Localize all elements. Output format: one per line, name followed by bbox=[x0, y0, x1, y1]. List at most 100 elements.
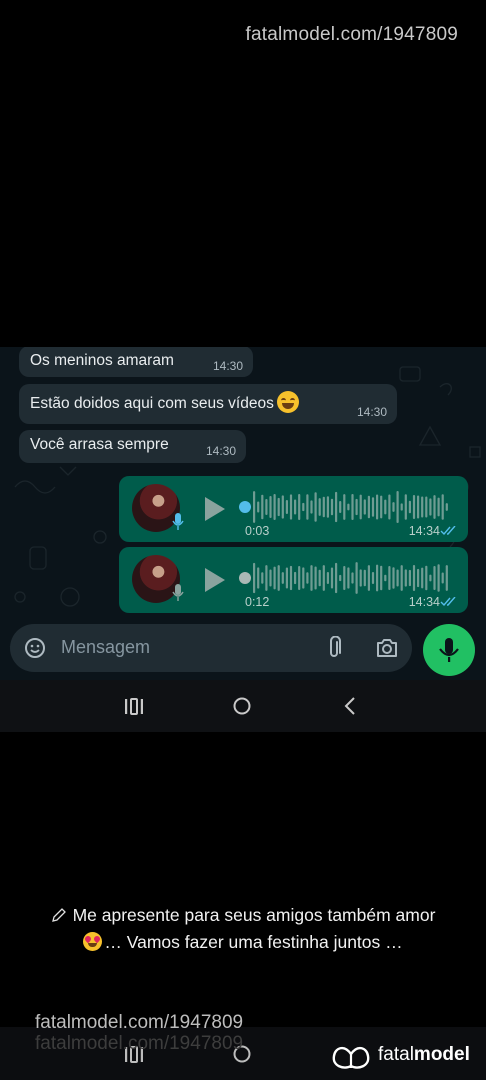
camera-icon[interactable] bbox=[375, 637, 399, 659]
waveform-bar bbox=[253, 491, 256, 523]
waveform-bar bbox=[314, 492, 317, 522]
watermark-ghost: fatalmodel.com/1947809 bbox=[35, 1033, 244, 1054]
waveform-bar bbox=[273, 566, 276, 590]
waveform-bar bbox=[384, 574, 387, 582]
waveform-bar bbox=[277, 497, 280, 517]
waveform-bar bbox=[367, 495, 370, 519]
waveform-bar bbox=[335, 562, 338, 594]
waveform-bar bbox=[359, 569, 362, 587]
waveform-bar bbox=[388, 566, 391, 590]
waveform-bar bbox=[421, 496, 424, 518]
incoming-message[interactable]: Você arrasa sempre 14:30 bbox=[19, 430, 246, 463]
waveform-bar bbox=[265, 565, 268, 591]
waveform-bar bbox=[396, 569, 399, 587]
read-ticks-icon bbox=[440, 526, 456, 536]
waveform-bar bbox=[281, 572, 284, 584]
waveform-bar bbox=[281, 495, 284, 519]
back-icon[interactable] bbox=[343, 697, 357, 715]
waveform-bar bbox=[339, 501, 342, 513]
waveform-bar bbox=[294, 499, 297, 515]
waveform-bar bbox=[380, 565, 383, 591]
waveform-bar bbox=[408, 500, 411, 514]
message-time: 14:34 bbox=[408, 595, 440, 609]
waveform-bar bbox=[425, 565, 428, 591]
waveform-bar bbox=[433, 566, 436, 590]
waveform-bar bbox=[437, 497, 440, 517]
audio-waveform[interactable] bbox=[239, 490, 453, 524]
waveform-bar bbox=[363, 499, 366, 515]
waveform-bar bbox=[400, 503, 403, 511]
message-text: Você arrasa sempre bbox=[30, 436, 169, 453]
play-icon[interactable] bbox=[205, 568, 225, 592]
outgoing-voice-message[interactable]: 0:03 14:34 bbox=[119, 476, 468, 542]
play-icon[interactable] bbox=[205, 497, 225, 521]
waveform-bar bbox=[343, 494, 346, 520]
fatalmodel-logo-icon bbox=[332, 1046, 370, 1069]
waveform-bar bbox=[339, 574, 342, 582]
pencil-icon bbox=[51, 908, 66, 922]
waveform-bar bbox=[298, 494, 301, 520]
message-composer[interactable]: Mensagem bbox=[10, 624, 412, 672]
message-time: 14:30 bbox=[205, 444, 236, 458]
message-text: Estão doidos aqui com seus vídeos bbox=[30, 391, 299, 415]
waveform-bar bbox=[314, 566, 317, 590]
waveform-bar bbox=[351, 494, 354, 520]
read-ticks-icon bbox=[440, 597, 456, 607]
waveform-bar bbox=[408, 569, 411, 587]
waveform-bar bbox=[269, 496, 272, 518]
playhead[interactable] bbox=[239, 572, 251, 584]
waveform-bar bbox=[289, 494, 293, 520]
home-icon[interactable] bbox=[232, 696, 252, 716]
waveform-bar bbox=[380, 495, 383, 519]
waveform-bar bbox=[306, 572, 309, 584]
audio-duration: 0:12 bbox=[245, 595, 270, 609]
waveform-bar bbox=[417, 568, 420, 588]
waveform-bar bbox=[429, 574, 432, 582]
system-navigation-bar bbox=[0, 680, 486, 732]
incoming-message[interactable]: Estão doidos aqui com seus vídeos 14:30 bbox=[19, 384, 397, 424]
waveform-bar bbox=[445, 503, 448, 511]
waveform-bar bbox=[261, 494, 264, 520]
sticker-icon[interactable] bbox=[24, 637, 46, 659]
waveform-bar bbox=[269, 569, 272, 587]
microphone-icon bbox=[172, 513, 184, 530]
recent-apps-icon[interactable] bbox=[124, 698, 144, 715]
waveform-bar bbox=[347, 503, 350, 511]
chat-screenshot: Os meninos amaram 14:30 Estão doidos aqu… bbox=[0, 347, 486, 680]
waveform-bar bbox=[273, 494, 276, 520]
waveform-bar bbox=[326, 572, 329, 584]
waveform-bar bbox=[285, 567, 288, 589]
waveform-bar bbox=[371, 571, 375, 585]
message-time: 14:30 bbox=[356, 405, 387, 419]
waveform-bar bbox=[351, 572, 354, 584]
waveform-bar bbox=[298, 565, 301, 591]
incoming-message[interactable]: Os meninos amaram 14:30 bbox=[19, 347, 253, 377]
outgoing-voice-message[interactable]: 0:12 14:34 bbox=[119, 547, 468, 613]
waveform-bar bbox=[355, 498, 358, 516]
audio-waveform[interactable] bbox=[239, 561, 453, 595]
waveform-bar bbox=[371, 497, 375, 517]
caption: Me apresente para seus amigos também amo… bbox=[0, 902, 486, 956]
waveform-bar bbox=[322, 496, 325, 518]
message-time: 14:34 bbox=[408, 524, 440, 538]
playhead[interactable] bbox=[239, 501, 251, 513]
brand-name: fatalmodel bbox=[378, 1044, 470, 1065]
waveform-bar bbox=[363, 569, 366, 587]
waveform-bar bbox=[396, 491, 399, 523]
waveform-bar bbox=[318, 498, 321, 516]
record-voice-button[interactable] bbox=[423, 624, 475, 676]
waveform-bar bbox=[347, 567, 350, 589]
waveform-bar bbox=[425, 496, 428, 518]
waveform-bar bbox=[302, 567, 305, 589]
waveform-bar bbox=[265, 499, 268, 515]
waveform-bar bbox=[253, 562, 256, 594]
waveform-bar bbox=[318, 569, 321, 587]
waveform-bar bbox=[343, 565, 346, 591]
waveform-bar bbox=[412, 565, 416, 591]
waveform-bar bbox=[322, 565, 325, 591]
waveform-bar bbox=[392, 502, 395, 512]
waveform-bar bbox=[330, 498, 334, 516]
attach-icon[interactable] bbox=[325, 636, 343, 660]
waveform-bar bbox=[335, 491, 338, 523]
message-input[interactable]: Mensagem bbox=[61, 637, 150, 658]
